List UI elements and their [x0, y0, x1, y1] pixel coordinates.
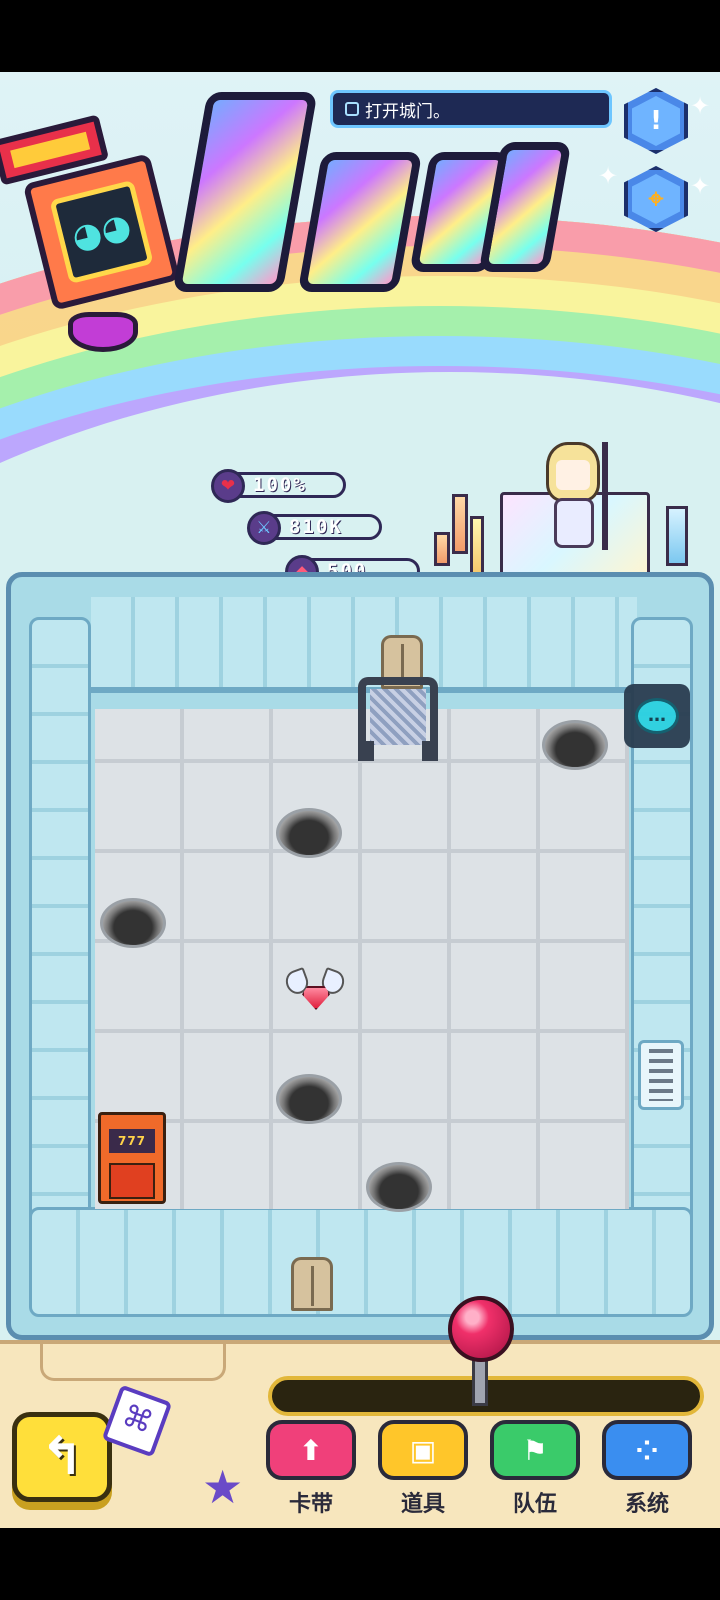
castle-wall-bottom	[29, 1207, 693, 1317]
game-viewport: ◕◕ 打开城门。 ! ⌖ ✦ ✦ ✦ ❤ 100% ⚔ 810K 500 777…	[0, 72, 720, 1528]
pit-hole	[100, 898, 166, 948]
logo-glyph-2	[297, 152, 423, 292]
alert-button[interactable]: !	[624, 88, 688, 154]
logo-glyph-1	[172, 92, 318, 292]
quest-text: 打开城门。	[365, 101, 450, 122]
items-label: 道具	[400, 1492, 445, 1517]
back-button[interactable]: ↰	[12, 1412, 112, 1502]
slot-machine-reels: 777	[109, 1129, 155, 1153]
team-button[interactable]: ⚑	[490, 1420, 580, 1490]
tv-screen: ◕◕	[49, 179, 154, 285]
map-button[interactable]: ⌖	[624, 166, 688, 232]
tv-body: ◕◕	[22, 153, 181, 311]
gate-leg	[422, 741, 438, 761]
crystal-pillar	[434, 532, 450, 566]
quest-banner[interactable]: 打开城门。	[330, 90, 612, 128]
slot-machine-base	[109, 1163, 155, 1199]
sword-icon: ⚔	[247, 511, 281, 545]
teleport-gate[interactable]	[358, 677, 438, 761]
character-face	[556, 460, 590, 490]
back-arrow-icon: ↰	[40, 1427, 84, 1487]
flag-icon: ⚑	[490, 1420, 580, 1480]
castle-wall-left	[29, 617, 91, 1237]
sparkle-icon: ✦	[690, 92, 711, 120]
character-staff	[602, 442, 608, 550]
grid-dots-icon: ⁘	[602, 1420, 692, 1480]
cartridge-button[interactable]: ⬆	[266, 1420, 356, 1490]
pit-hole	[542, 720, 608, 770]
heart-icon: ❤	[211, 469, 245, 503]
character-body	[554, 498, 594, 548]
system-label: 系统	[624, 1492, 669, 1517]
items-button[interactable]: ▣	[378, 1420, 468, 1490]
upload-arrow-icon: ⬆	[266, 1420, 356, 1480]
sparkle-icon: ✦	[690, 172, 711, 200]
system-button[interactable]: ⁘	[602, 1420, 692, 1490]
attack-value: 810K	[289, 516, 343, 538]
joystick-knob[interactable]	[448, 1296, 514, 1362]
gate-leg	[358, 741, 374, 761]
hp-stat: ❤ 100%	[211, 469, 346, 503]
chat-bubble-icon: …	[635, 698, 679, 734]
quest-checkbox-icon	[345, 102, 359, 116]
ladder-exit[interactable]	[638, 1040, 684, 1110]
chat-button[interactable]: …	[624, 684, 690, 748]
winged-ruby-pickup[interactable]	[282, 966, 348, 1026]
star-icon: ★	[202, 1460, 244, 1514]
pit-hole	[276, 808, 342, 858]
crystal-pillar	[666, 506, 688, 566]
sparkle-icon: ✦	[598, 162, 619, 190]
hp-value: 100%	[253, 474, 307, 496]
game-screen: ◕◕ 打开城门。 ! ⌖ ✦ ✦ ✦ ❤ 100% ⚔ 810K 500 777…	[0, 0, 720, 1600]
slot-machine[interactable]: 777	[98, 1112, 166, 1204]
status-bar	[0, 0, 720, 72]
pit-hole	[276, 1074, 342, 1124]
nav-bar	[0, 1528, 720, 1600]
ruby-stone	[302, 986, 330, 1010]
attack-stat: ⚔ 810K	[247, 511, 382, 545]
logo-bow	[68, 312, 138, 352]
castle-floor-grid[interactable]	[95, 709, 629, 1209]
gate-mesh	[370, 689, 426, 745]
pit-hole	[366, 1162, 432, 1212]
castle-gate-bottom[interactable]	[291, 1257, 333, 1311]
team-label: 队伍	[512, 1492, 557, 1517]
bag-icon: ▣	[378, 1420, 468, 1480]
cartridge-label: 卡带	[288, 1492, 333, 1517]
heroine-character	[540, 442, 620, 552]
crystal-pillar	[452, 494, 468, 554]
